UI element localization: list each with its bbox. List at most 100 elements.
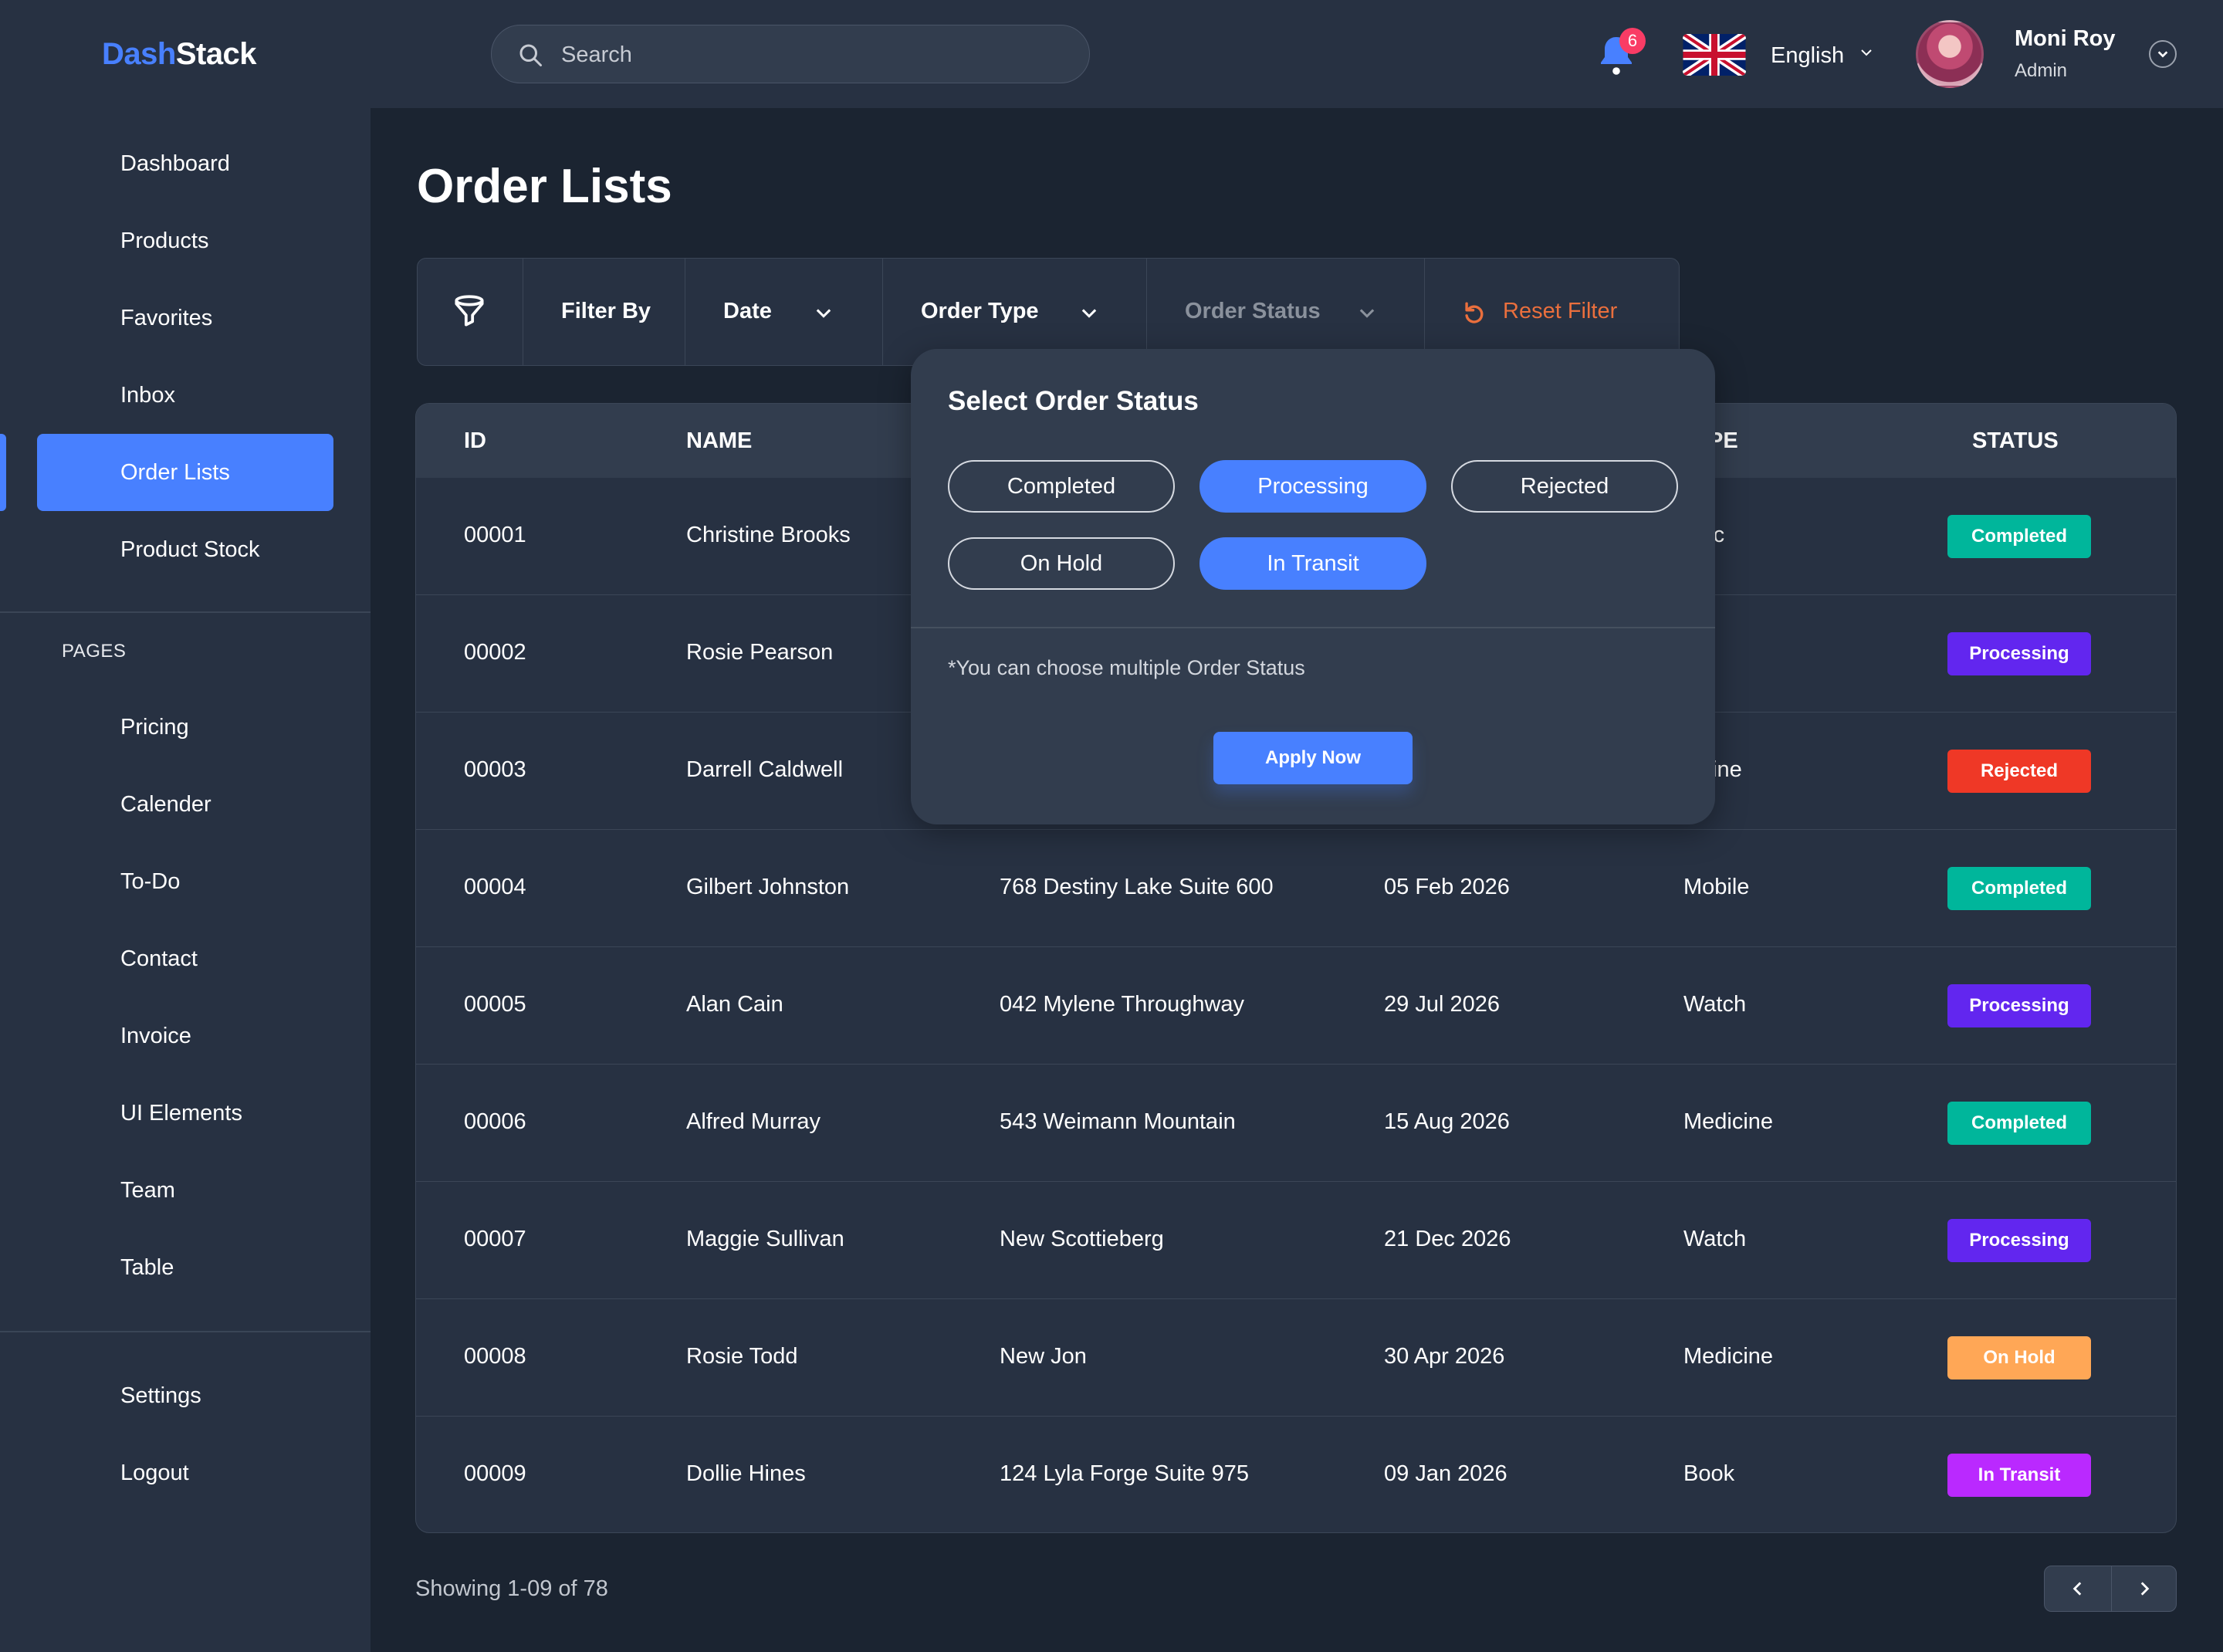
apply-now-button[interactable]: Apply Now: [1213, 732, 1413, 784]
column-header-name[interactable]: NAME: [686, 428, 752, 454]
cell-date: 09 Jan 2026: [1384, 1461, 1507, 1486]
reset-filter-button[interactable]: Reset Filter: [1503, 299, 1617, 324]
logo-part-stack: Stack: [175, 37, 257, 71]
table-row[interactable]: 00004 Gilbert Johnston 768 Destiny Lake Su…: [416, 830, 2176, 947]
sidebar-item-pricing[interactable]: Pricing: [120, 715, 189, 740]
order-type-filter[interactable]: Order Type: [921, 299, 1039, 324]
status-chip[interactable]: In Transit: [1199, 537, 1426, 590]
table-row[interactable]: 00005 Alan Cain 042 Mylene Throughway 29 Ju…: [416, 947, 2176, 1065]
date-filter[interactable]: Date: [723, 299, 772, 324]
chevron-down-icon[interactable]: [1078, 302, 1100, 323]
sidebar-item-favorites[interactable]: Favorites: [120, 306, 212, 331]
cell-id: 00002: [464, 640, 526, 665]
chevron-down-icon: [2157, 51, 2168, 58]
cell-id: 00003: [464, 757, 526, 782]
sidebar-item-products[interactable]: Products: [120, 229, 208, 254]
cell-address: 768 Destiny Lake Suite 600: [1000, 875, 1274, 899]
cell-address: New Jon: [1000, 1344, 1087, 1369]
top-bar: DashStack Search 6 English Moni Roy Admi…: [0, 0, 2223, 108]
chevron-down-icon[interactable]: [1857, 43, 1876, 62]
avatar[interactable]: [1916, 20, 1984, 88]
column-header-id[interactable]: ID: [464, 428, 486, 454]
chevron-down-icon[interactable]: [1356, 302, 1378, 323]
popup-title: Select Order Status: [948, 386, 1199, 416]
cell-name: Rosie Todd: [686, 1344, 798, 1369]
status-badge: Completed: [1947, 515, 2091, 558]
sidebar-item-ui-elements[interactable]: UI Elements: [120, 1101, 242, 1126]
cell-name: Darrell Caldwell: [686, 757, 844, 782]
language-selector[interactable]: English: [1771, 43, 1844, 69]
app-logo[interactable]: DashStack: [102, 37, 257, 72]
filter-by-label: Filter By: [561, 299, 651, 323]
popup-divider: [911, 627, 1715, 628]
search-placeholder: Search: [561, 42, 632, 67]
table-row[interactable]: 00009 Dollie Hines 124 Lyla Forge Suite 97…: [416, 1417, 2176, 1532]
search-input[interactable]: Search: [491, 25, 1090, 83]
cell-name: Rosie Pearson: [686, 640, 834, 665]
status-chip[interactable]: Completed: [948, 460, 1175, 513]
cell-type: Book: [1683, 1461, 1735, 1486]
sidebar-item-logout[interactable]: Logout: [120, 1461, 189, 1486]
status-badge: Processing: [1947, 984, 2091, 1027]
cell-type: Watch: [1683, 992, 1747, 1017]
pagination-controls: [2044, 1566, 2177, 1612]
search-icon: [519, 44, 542, 66]
cell-address: 042 Mylene Throughway: [1000, 992, 1245, 1017]
cell-name: Alfred Murray: [686, 1109, 821, 1134]
cell-type: Mobile: [1683, 875, 1750, 899]
sidebar: Dashboard Products Favorites Inbox Order…: [0, 108, 370, 1652]
user-name: Moni Roy: [2015, 26, 2116, 51]
reset-icon[interactable]: [1461, 300, 1487, 327]
user-role: Admin: [2015, 60, 2068, 81]
column-header-status[interactable]: STATUS: [1972, 428, 2059, 454]
status-chip[interactable]: On Hold: [948, 537, 1175, 590]
active-indicator: [0, 434, 6, 511]
sidebar-item-todo[interactable]: To-Do: [120, 869, 180, 895]
sidebar-item-table[interactable]: Table: [120, 1255, 174, 1281]
cell-date: 15 Aug 2026: [1384, 1109, 1510, 1134]
sidebar-section-label: PAGES: [62, 641, 127, 662]
sidebar-item-order-lists[interactable]: Order Lists: [120, 460, 230, 486]
sidebar-item-settings[interactable]: Settings: [120, 1383, 201, 1409]
table-row[interactable]: 00007 Maggie Sullivan New Scottieberg 21 De…: [416, 1182, 2176, 1299]
cell-name: Christine Brooks: [686, 523, 851, 547]
cell-id: 00009: [464, 1461, 526, 1486]
status-chip[interactable]: Rejected: [1451, 460, 1678, 513]
status-chip[interactable]: Processing: [1199, 460, 1426, 513]
chevron-left-icon[interactable]: [2068, 1579, 2088, 1599]
logo-part-dash: Dash: [102, 37, 176, 71]
status-badge: On Hold: [1947, 1336, 2091, 1379]
status-badge: Rejected: [1947, 750, 2091, 793]
sidebar-item-inbox[interactable]: Inbox: [120, 383, 175, 408]
cell-type: Watch: [1683, 1227, 1747, 1251]
chevron-down-icon[interactable]: [813, 302, 834, 323]
user-menu-button[interactable]: [2149, 40, 2177, 68]
uk-flag-icon[interactable]: [1683, 34, 1746, 76]
sidebar-item-dashboard[interactable]: Dashboard: [120, 151, 230, 177]
sidebar-item-team[interactable]: Team: [120, 1178, 175, 1203]
cell-name: Gilbert Johnston: [686, 875, 850, 899]
sidebar-item-contact[interactable]: Contact: [120, 946, 198, 972]
status-badge: Completed: [1947, 867, 2091, 910]
status-badge: Completed: [1947, 1102, 2091, 1145]
sidebar-item-calender[interactable]: Calender: [120, 792, 211, 818]
cell-name: Alan Cain: [686, 992, 783, 1017]
cell-type: Medicine: [1683, 1109, 1774, 1134]
cell-date: 21 Dec 2026: [1384, 1227, 1511, 1251]
sidebar-item-invoice[interactable]: Invoice: [120, 1024, 191, 1049]
table-row[interactable]: 00008 Rosie Todd New Jon 30 Apr 2026 Medicin…: [416, 1299, 2176, 1417]
status-badge: Processing: [1947, 1219, 2091, 1262]
sidebar-item-product-stock[interactable]: Product Stock: [120, 537, 260, 563]
cell-id: 00006: [464, 1109, 526, 1134]
sidebar-divider: [0, 611, 370, 613]
filter-icon[interactable]: [450, 293, 489, 331]
status-badge: In Transit: [1947, 1454, 2091, 1497]
cell-id: 00005: [464, 992, 526, 1017]
cell-id: 00008: [464, 1344, 526, 1369]
cell-id: 00007: [464, 1227, 526, 1251]
table-row[interactable]: 00006 Alfred Murray 543 Weimann Mountain 15…: [416, 1065, 2176, 1182]
cell-address: 543 Weimann Mountain: [1000, 1109, 1236, 1134]
cell-date: 30 Apr 2026: [1384, 1344, 1505, 1369]
chevron-right-icon[interactable]: [2134, 1579, 2154, 1599]
order-status-filter[interactable]: Order Status: [1185, 299, 1321, 324]
